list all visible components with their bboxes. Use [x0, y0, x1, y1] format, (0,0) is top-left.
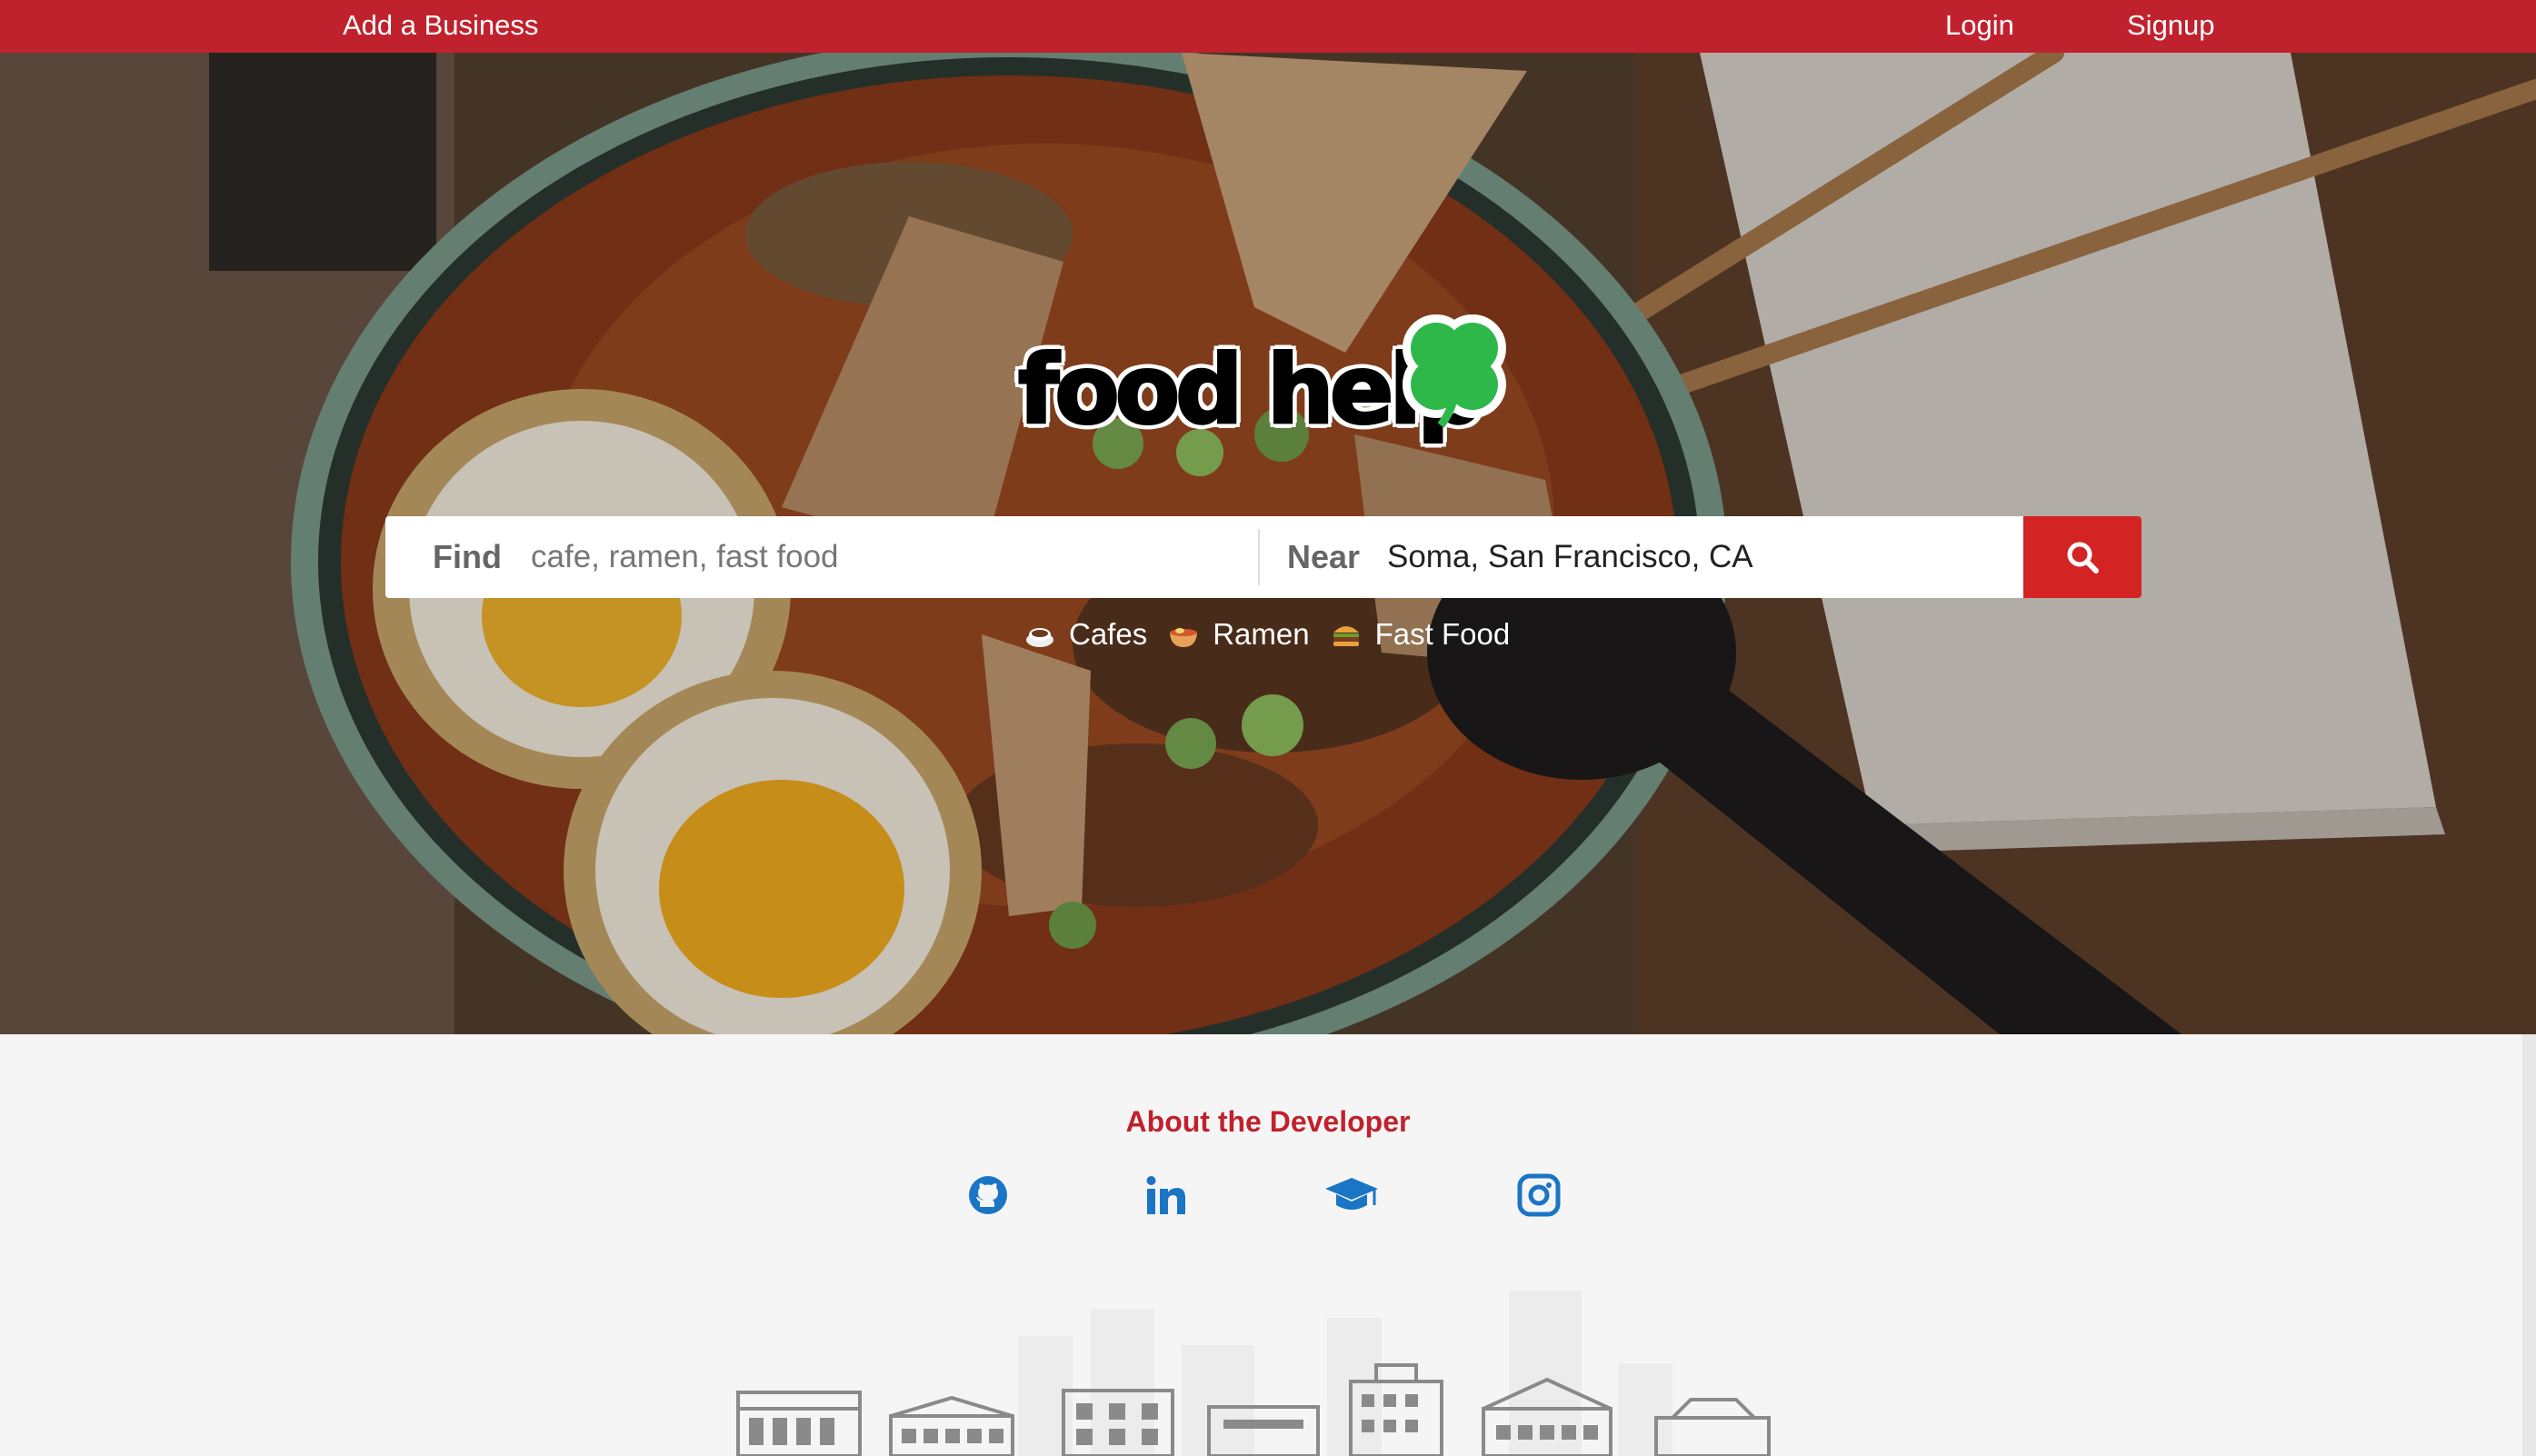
category-label: Ramen: [1213, 617, 1310, 651]
find-label: Find: [433, 538, 502, 575]
category-fast-food[interactable]: Fast Food: [1330, 617, 1511, 652]
category-shortcuts: Cafes Ramen Fast Food: [1023, 614, 1530, 654]
ramen-bowl-icon: [1170, 628, 1198, 647]
category-cafes[interactable]: Cafes: [1023, 617, 1147, 652]
linkedin-icon[interactable]: [1143, 1172, 1189, 1218]
category-label: Cafes: [1069, 617, 1148, 651]
near-input[interactable]: [1385, 531, 2298, 583]
top-navbar: Add a Business Login Signup: [0, 0, 2536, 53]
signup-link[interactable]: Signup: [2127, 9, 2215, 42]
category-label: Fast Food: [1374, 617, 1511, 651]
near-label: Near: [1287, 538, 1361, 575]
add-business-link[interactable]: Add a Business: [343, 9, 538, 42]
scrollbar-track[interactable]: [2522, 1034, 2536, 1456]
find-input[interactable]: [529, 531, 1260, 583]
graduation-cap-icon[interactable]: [1323, 1172, 1380, 1218]
instagram-icon[interactable]: [1516, 1172, 1562, 1218]
search-icon: [2067, 542, 2099, 573]
github-icon[interactable]: [965, 1172, 1011, 1218]
food-help-logo[interactable]: food help: [1016, 298, 1527, 471]
search-bar: Find Near: [385, 516, 2298, 598]
search-divider: [1258, 529, 1260, 585]
clover-icon: [1403, 314, 1506, 428]
login-link[interactable]: Login: [1945, 9, 2014, 42]
burger-icon: [1333, 626, 1359, 646]
category-ramen[interactable]: Ramen: [1167, 617, 1310, 652]
coffee-icon: [1026, 628, 1053, 647]
search-button[interactable]: [2023, 516, 2142, 598]
about-developer-heading: About the Developer: [1125, 1105, 1411, 1138]
city-skyline-illustration: [736, 1291, 1771, 1456]
